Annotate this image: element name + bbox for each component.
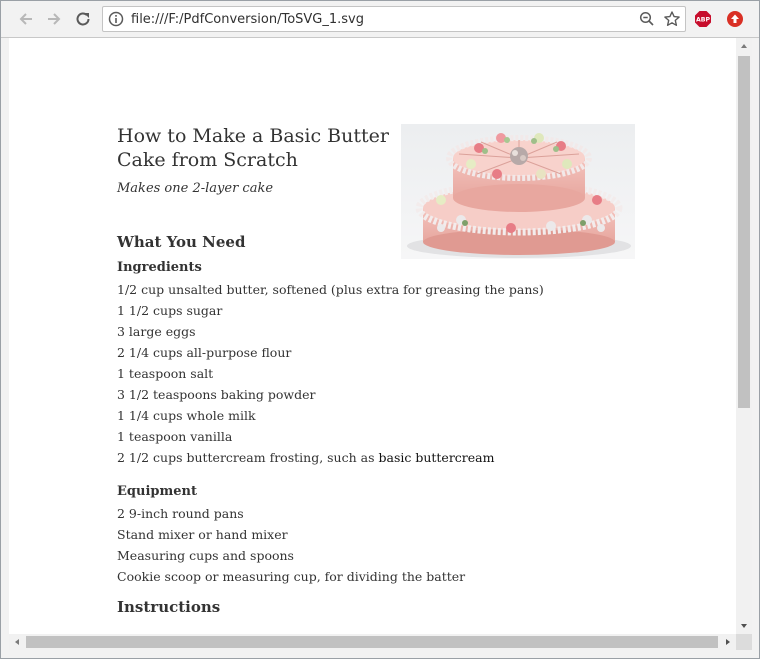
back-button[interactable] [15,8,37,30]
list-item: 1 teaspoon salt [117,366,214,381]
basic-buttercream-link[interactable]: basic buttercream [378,450,494,465]
list-item: 1/2 cup unsalted butter, softened (plus … [117,282,544,297]
reload-icon [76,12,90,26]
list-item: 1 1/4 cups whole milk [117,408,256,423]
vertical-scrollbar[interactable] [736,38,752,634]
list-item: 3 1/2 teaspoons baking powder [117,387,316,402]
vertical-scroll-thumb[interactable] [738,56,750,408]
list-item: Measuring cups and spoons [117,548,294,563]
equipment-heading: Equipment [117,484,197,499]
browser-toolbar: file:///F:/PdfConversion/ToSVG_1.svg ABP [1,1,759,38]
adblock-plus-icon[interactable]: ABP [694,10,712,28]
list-item: Cookie scoop or measuring cup, for divid… [117,569,466,584]
forward-button[interactable] [43,8,65,30]
scrollbar-corner [736,634,752,650]
list-item: 2 9-inch round pans [117,506,244,521]
ingredients-heading: Ingredients [117,260,202,275]
page-viewport[interactable]: How to Make a Basic Butter Cake from Scr… [9,38,736,634]
list-item: 3 large eggs [117,324,196,339]
zoom-out-icon[interactable] [639,11,655,27]
equipment-list: 2 9-inch round pans Stand mixer or hand … [117,503,465,587]
browser-window: file:///F:/PdfConversion/ToSVG_1.svg ABP… [0,0,760,659]
url-text[interactable]: file:///F:/PdfConversion/ToSVG_1.svg [131,11,364,28]
instructions-heading: Instructions [117,598,221,616]
scroll-down-arrow-icon[interactable] [736,618,752,634]
reload-button[interactable] [72,8,94,30]
list-item: 1 1/2 cups sugar [117,303,223,318]
scroll-left-arrow-icon[interactable] [9,634,25,650]
list-item: 2 1/4 cups all-purpose flour [117,345,292,360]
svg-text:ABP: ABP [696,17,711,24]
list-item: 1 teaspoon vanilla [117,429,233,444]
bookmark-star-icon[interactable] [663,10,681,28]
recipe-title: How to Make a Basic Butter Cake from Scr… [117,125,389,171]
horizontal-scroll-thumb[interactable] [26,636,718,648]
recipe-yield: Makes one 2-layer cake [117,181,274,196]
cake-photo [401,124,635,259]
forward-arrow-icon [48,13,61,25]
list-item: 2 1/2 cups buttercream frosting, such as… [117,447,544,468]
what-you-need-heading: What You Need [117,233,246,251]
horizontal-scrollbar[interactable] [9,634,736,650]
ingredients-list: 1/2 cup unsalted butter, softened (plus … [117,279,544,468]
list-item: Stand mixer or hand mixer [117,527,288,542]
upload-extension-icon[interactable] [726,10,744,28]
scroll-up-arrow-icon[interactable] [736,38,752,54]
frosting-text: 2 1/2 cups buttercream frosting, such as [117,450,379,465]
address-bar[interactable]: file:///F:/PdfConversion/ToSVG_1.svg [102,6,686,32]
recipe-document: How to Make a Basic Butter Cake from Scr… [9,38,736,634]
scroll-right-arrow-icon[interactable] [720,634,736,650]
info-icon[interactable] [108,11,124,27]
back-arrow-icon [19,13,32,25]
